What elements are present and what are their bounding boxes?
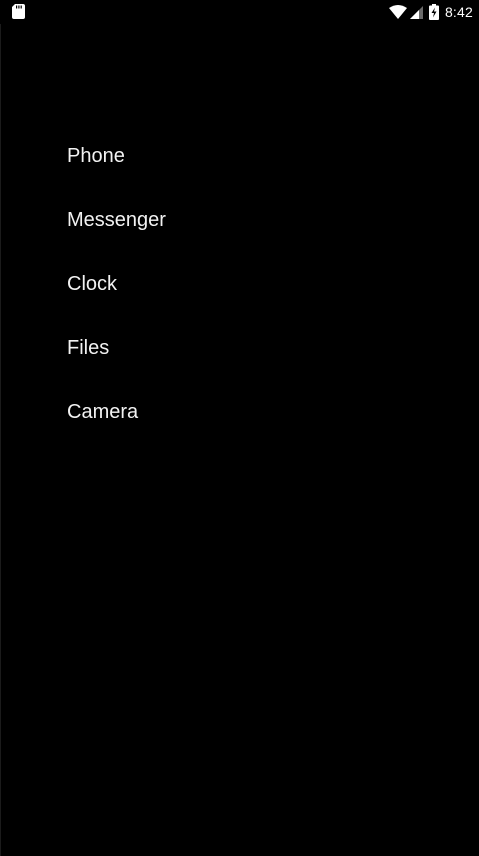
status-icons: 8:42 (388, 2, 473, 22)
app-list: Phone Messenger Clock Files Camera (67, 124, 367, 444)
signal-icon (409, 5, 423, 19)
battery-charging-icon (428, 4, 439, 20)
sd-card-icon (12, 4, 25, 19)
edge-divider (0, 24, 1, 856)
status-time: 8:42 (444, 4, 473, 20)
status-bar: 8:42 (0, 0, 479, 24)
app-item-phone[interactable]: Phone (67, 124, 367, 188)
app-item-camera[interactable]: Camera (67, 380, 367, 444)
app-item-files[interactable]: Files (67, 316, 367, 380)
app-item-messenger[interactable]: Messenger (67, 188, 367, 252)
wifi-icon (388, 5, 407, 19)
app-item-clock[interactable]: Clock (67, 252, 367, 316)
